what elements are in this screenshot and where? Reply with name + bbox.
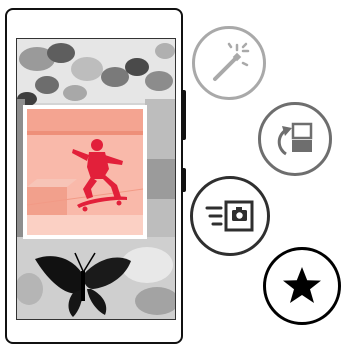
rotate-button[interactable] bbox=[258, 102, 332, 176]
power-button bbox=[183, 168, 186, 192]
skateboarder-photo[interactable] bbox=[23, 105, 147, 239]
share-photo-icon bbox=[205, 200, 254, 232]
app-canvas bbox=[0, 0, 347, 347]
effects-button[interactable] bbox=[192, 26, 266, 100]
phone-screen bbox=[16, 38, 176, 320]
volume-button bbox=[183, 90, 186, 140]
rotate-icon bbox=[277, 122, 313, 156]
star-icon bbox=[283, 267, 321, 303]
favorite-button[interactable] bbox=[263, 247, 341, 325]
phone-device bbox=[5, 8, 186, 344]
share-photo-button[interactable] bbox=[190, 176, 270, 256]
photo-collage bbox=[17, 39, 175, 319]
magic-wand-icon bbox=[213, 42, 250, 81]
